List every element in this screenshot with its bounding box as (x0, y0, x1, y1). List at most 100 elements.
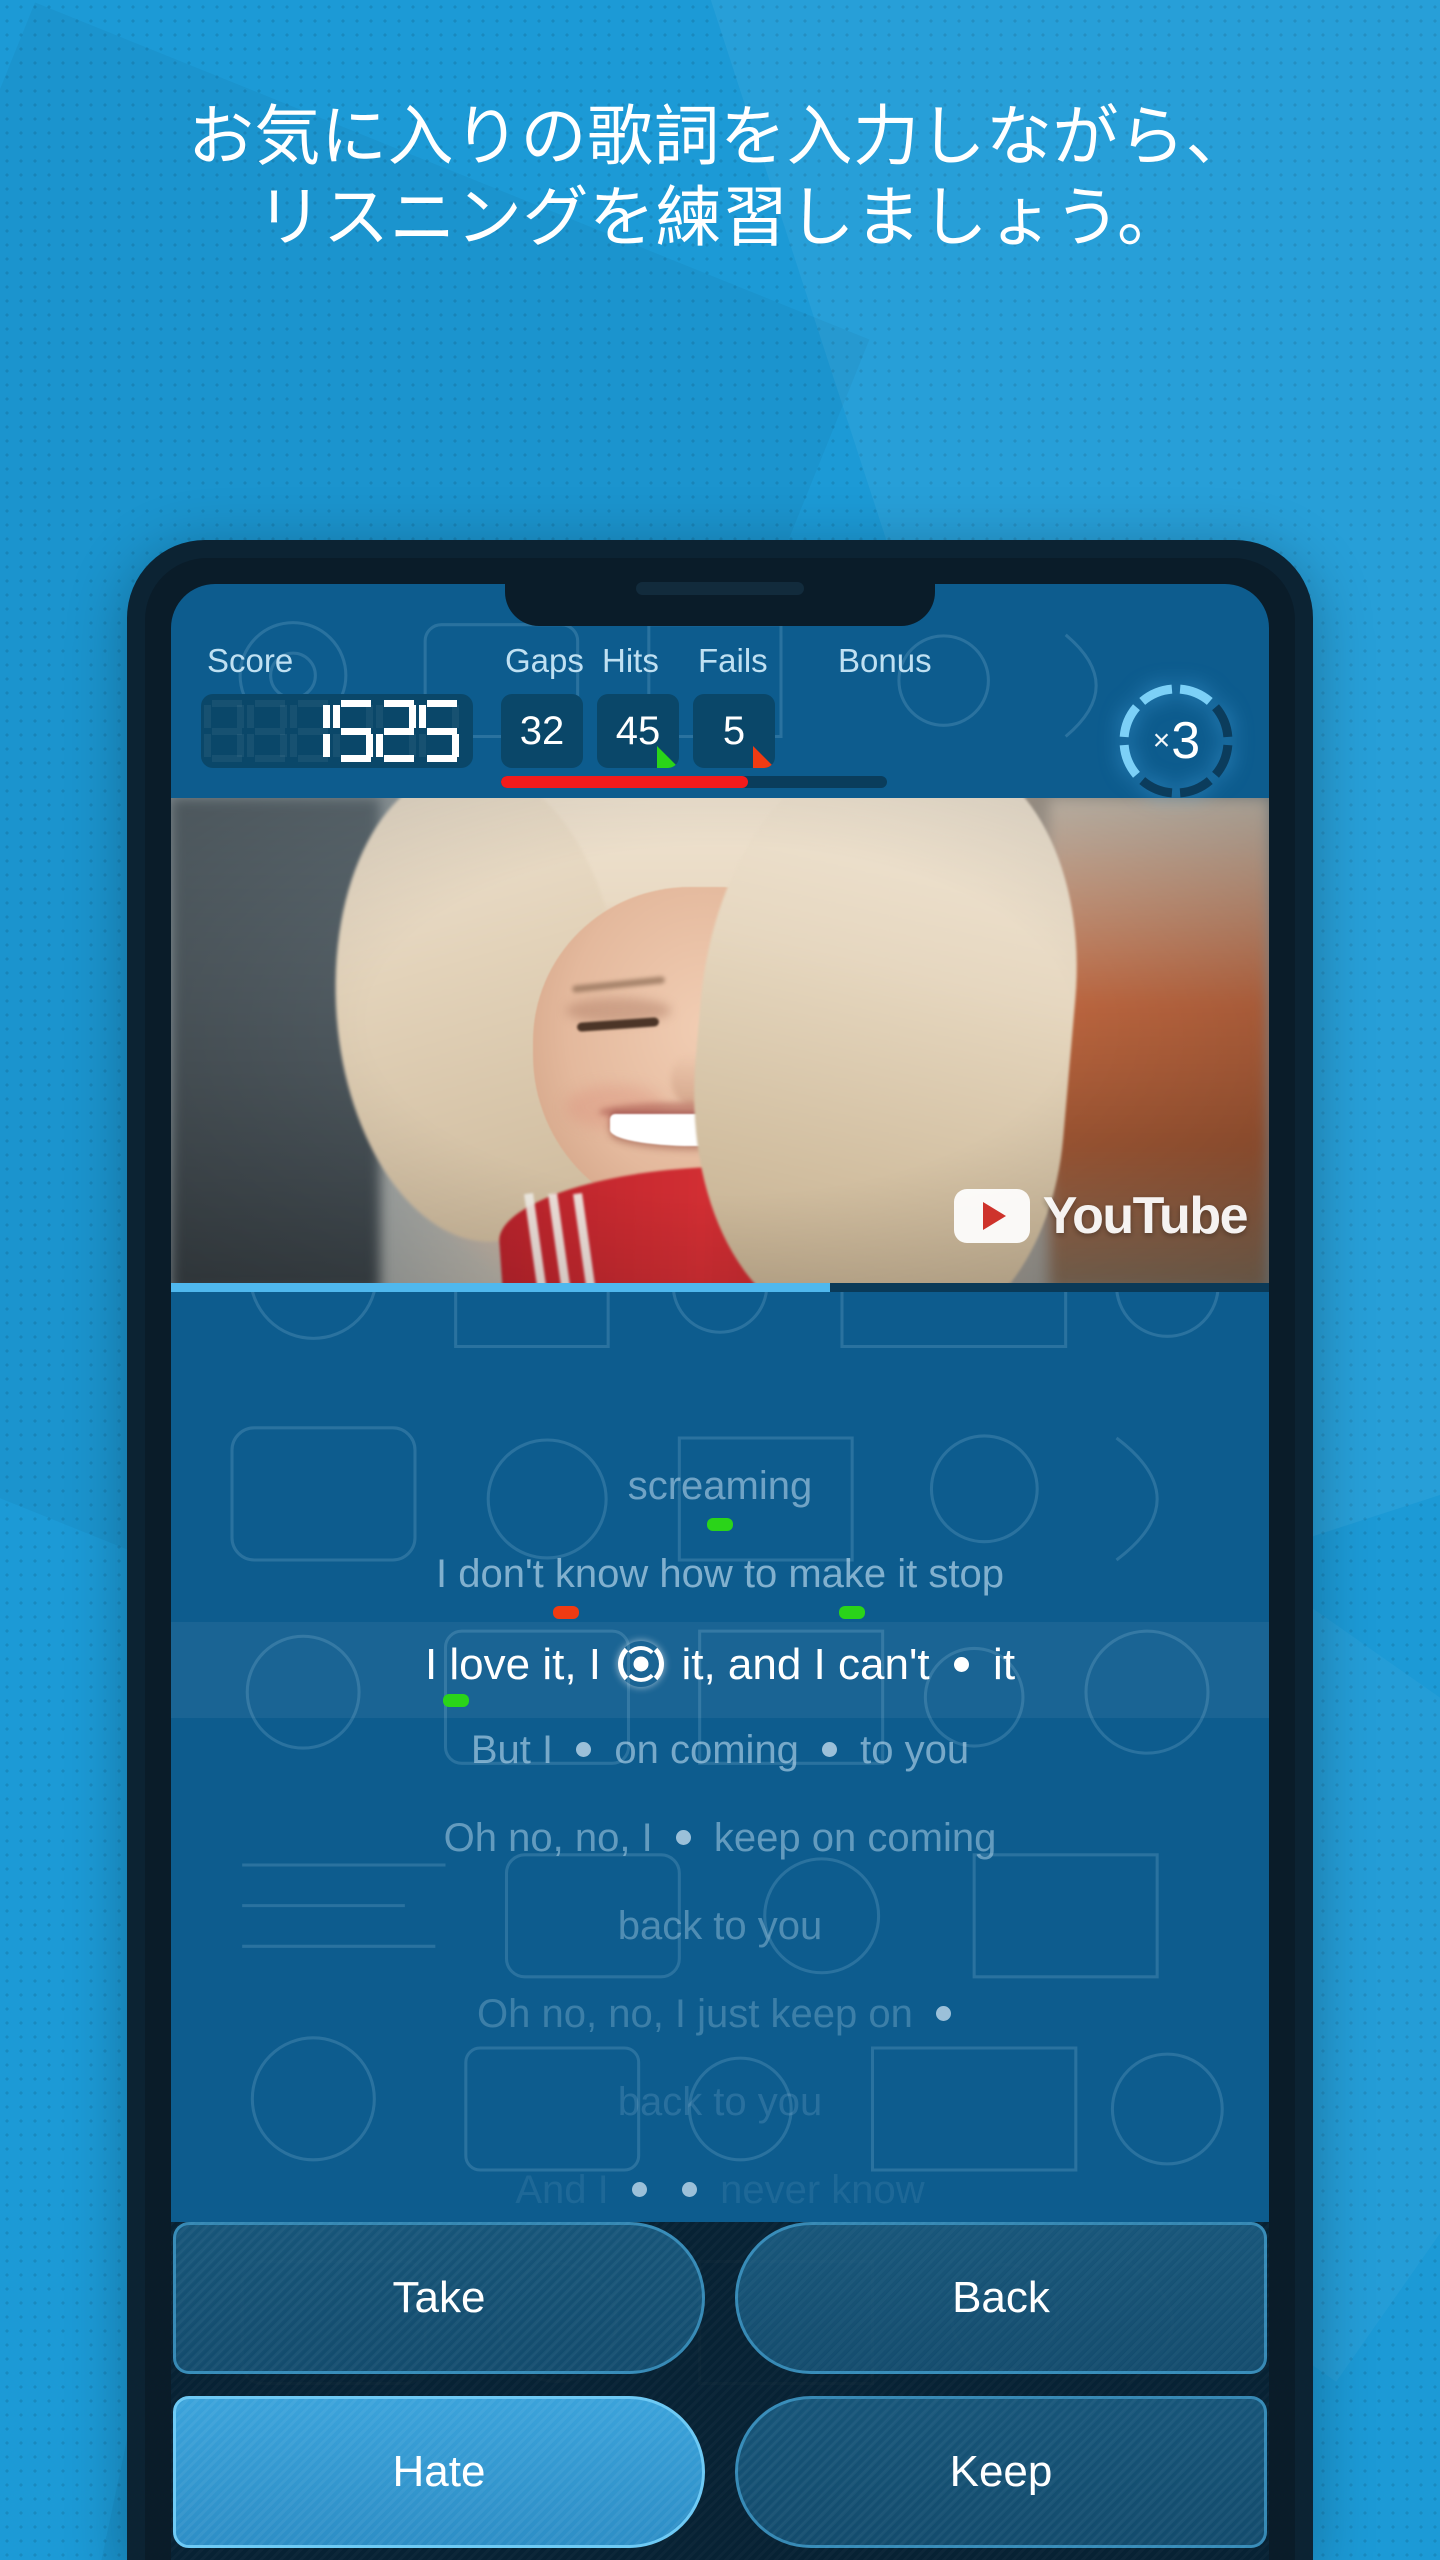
score-segment-c (280, 734, 287, 757)
answer-label-take: Take (392, 2273, 486, 2322)
score-segment-f (419, 705, 426, 728)
score-segment-e (419, 734, 426, 757)
hit-marker (443, 1694, 470, 1707)
reticle-target-icon[interactable] (618, 1641, 665, 1688)
lyric-line: But I on coming to you (171, 1728, 1269, 1773)
fails-counter: 5 (693, 694, 775, 768)
answer-button-back[interactable]: Back (735, 2222, 1267, 2374)
answer-buttons-panel: Take Back Hate Keep (171, 2222, 1269, 2560)
lyric-text: never know (708, 2168, 925, 2212)
score-display (201, 694, 473, 768)
answer-button-keep[interactable]: Keep (735, 2396, 1267, 2548)
score-segment-d (341, 755, 371, 762)
lyric-text: it (980, 1640, 1016, 1689)
score-segment-b (409, 705, 416, 728)
score-segment-b (237, 705, 244, 728)
score-segment-f (204, 705, 211, 728)
lyric-text: back to you (617, 2080, 823, 2124)
fail-indicator-triangle-icon (753, 746, 775, 768)
score-segment-e (333, 734, 340, 757)
score-segment-g (255, 728, 285, 735)
score-segment-c (323, 734, 330, 757)
answer-button-take[interactable]: Take (173, 2222, 705, 2374)
score-segment-e (290, 734, 297, 757)
score-digit (247, 700, 287, 762)
hits-counter: 45 (597, 694, 679, 768)
lyric-gap-dot[interactable] (576, 1741, 592, 1757)
answer-label-hate: Hate (392, 2447, 486, 2496)
hit-marker (707, 1518, 733, 1531)
promo-headline: お気に入りの歌詞を入力しながら、 リスニングを練習しましょう。 (0, 96, 1440, 257)
answer-button-hate[interactable]: Hate (173, 2396, 705, 2548)
lyric-line: screaming (171, 1464, 1269, 1509)
gaps-counter: 32 (501, 694, 583, 768)
lyric-gap-dot[interactable] (631, 2181, 647, 2197)
score-segment-g (212, 728, 242, 735)
score-digit (333, 700, 373, 762)
lyric-line: back to you (171, 1904, 1269, 1949)
score-segment-d (212, 755, 242, 762)
youtube-wordmark: YouTube (1042, 1187, 1249, 1245)
lyric-text: Oh no, no, I (443, 1816, 664, 1860)
label-hits: Hits (602, 642, 659, 679)
lyric-gap-dot[interactable] (935, 2005, 951, 2021)
lyric-text: screaming (627, 1464, 813, 1508)
answer-label-keep: Keep (949, 2447, 1053, 2496)
score-digit (376, 700, 416, 762)
lyric-text: I don't know how to make it stop (436, 1552, 1004, 1596)
answer-row-1: Take Back (171, 2222, 1269, 2374)
round-progress-fill (501, 776, 749, 788)
label-bonus: Bonus (838, 642, 932, 679)
bonus-number: 3 (1171, 712, 1200, 770)
answer-label-back: Back (952, 2273, 1050, 2322)
notch-speaker-icon (636, 582, 804, 595)
lyric-gap-dot[interactable] (822, 1741, 838, 1757)
phone-notch (505, 558, 935, 626)
score-segment-d (298, 755, 328, 762)
hit-marker (838, 1606, 865, 1619)
score-segment-e (376, 734, 383, 757)
youtube-watermark: YouTube (953, 1186, 1249, 1246)
lyric-text: back to you (617, 1904, 823, 1948)
score-digit (290, 700, 330, 762)
score-segment-d (427, 755, 457, 762)
label-fails: Fails (698, 642, 768, 679)
lyric-gap-dot[interactable] (675, 1829, 691, 1845)
score-segment-f (290, 705, 297, 728)
lyric-gap-dot[interactable] (953, 1656, 969, 1672)
score-segment-e (204, 734, 211, 757)
lyric-line: Oh no, no, I keep on coming (171, 1816, 1269, 1861)
score-segment-f (247, 705, 254, 728)
lyric-text: keep on coming (702, 1816, 997, 1860)
promo-screenshot-page: お気に入りの歌詞を入力しながら、 リスニングを練習しましょう。 Score Ga… (0, 0, 1440, 2560)
lyric-text (659, 2168, 670, 2212)
score-segment-g (341, 728, 371, 735)
lyric-text: Oh no, no, I just keep on (477, 1992, 924, 2036)
game-hud: Score Gaps Hits Fails Bonus 32 45 5 × 3 (171, 642, 1269, 798)
video-progress-fill (171, 1283, 830, 1292)
headline-line-2: リスニングを練習しましょう。 (256, 179, 1184, 254)
score-segment-b (280, 705, 287, 728)
score-segment-c (237, 734, 244, 757)
label-gaps: Gaps (505, 642, 584, 679)
answer-row-2: Hate Keep (171, 2396, 1269, 2548)
lyric-line: back to you (171, 2080, 1269, 2125)
video-progress-bar[interactable] (171, 1283, 1269, 1292)
gaps-value: 32 (519, 708, 565, 753)
score-segment-g (427, 728, 457, 735)
lyric-line: Oh no, no, I just keep on (171, 1992, 1269, 2037)
youtube-video-player[interactable]: YouTube (171, 798, 1269, 1292)
score-segment-f (376, 705, 383, 728)
lyric-gap-dot[interactable] (681, 2181, 697, 2197)
fails-value: 5 (722, 708, 746, 753)
youtube-play-icon (953, 1189, 1030, 1243)
lyric-text: it, and I can't (669, 1640, 942, 1689)
score-segment-g (384, 728, 414, 735)
fail-marker (553, 1606, 580, 1619)
bonus-multiplier-value: × 3 (1113, 678, 1239, 804)
score-segment-e (247, 734, 254, 757)
score-segment-c (366, 734, 373, 757)
score-segment-d (255, 755, 285, 762)
hits-value: 45 (615, 708, 661, 753)
phone-screen: Score Gaps Hits Fails Bonus 32 45 5 × 3 … (171, 584, 1269, 2560)
